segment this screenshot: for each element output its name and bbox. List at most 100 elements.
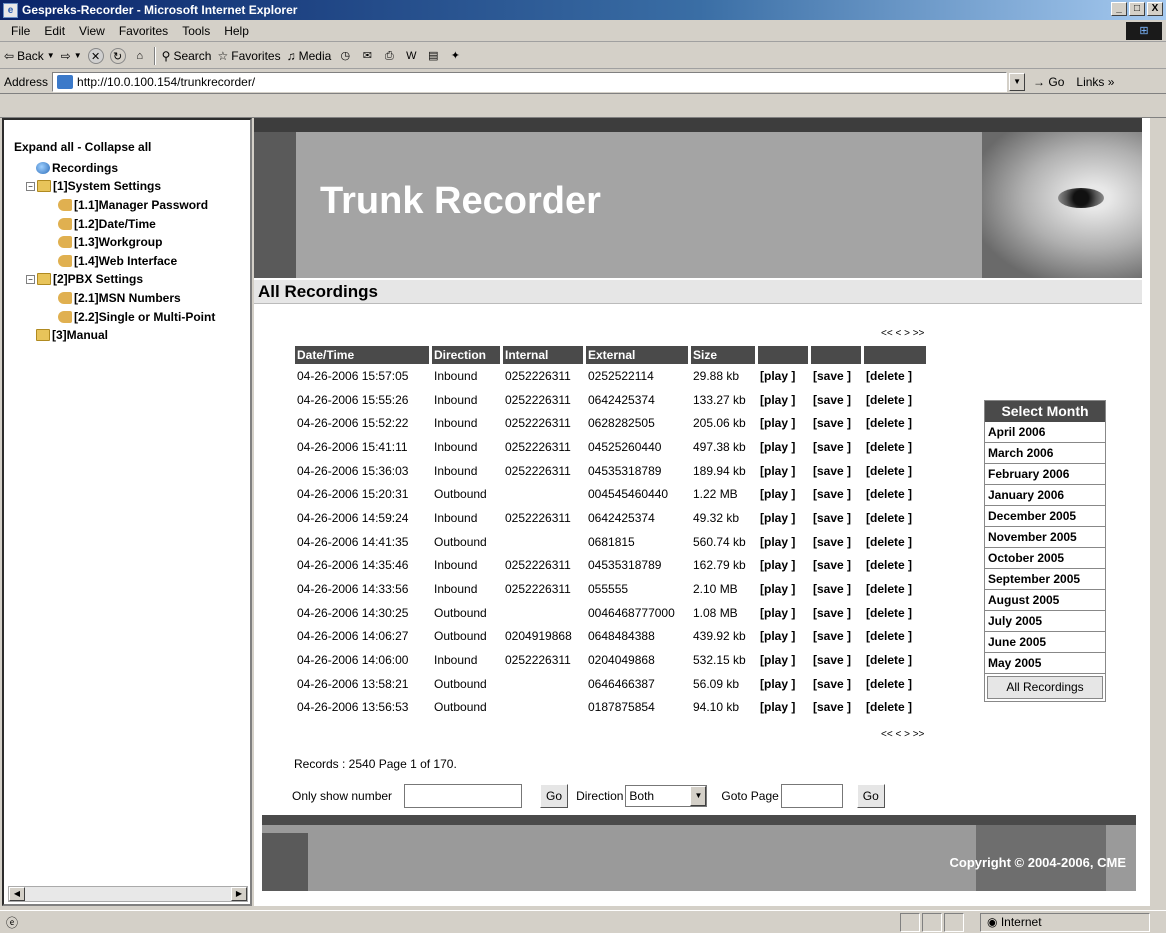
- delete-link[interactable]: [delete ]: [864, 530, 926, 554]
- play-link[interactable]: [play ]: [758, 648, 808, 672]
- play-link[interactable]: [play ]: [758, 506, 808, 530]
- delete-link[interactable]: [delete ]: [864, 577, 926, 601]
- month-item[interactable]: April 2006: [985, 422, 1105, 443]
- chevron-down-icon[interactable]: ▼: [690, 786, 707, 806]
- menu-favorites[interactable]: Favorites: [119, 24, 168, 38]
- play-link[interactable]: [play ]: [758, 530, 808, 554]
- save-link[interactable]: [save ]: [811, 364, 861, 388]
- play-link[interactable]: [play ]: [758, 435, 808, 459]
- tree-item-manager-password[interactable]: [1.1]Manager Password: [14, 196, 250, 215]
- address-input[interactable]: http://10.0.100.154/trunkrecorder/: [52, 71, 1008, 92]
- month-item[interactable]: November 2005: [985, 527, 1105, 548]
- tree-item-system-settings[interactable]: − [1]System Settings: [14, 177, 250, 196]
- delete-link[interactable]: [delete ]: [864, 506, 926, 530]
- goto-page-input[interactable]: [780, 784, 843, 808]
- save-link[interactable]: [save ]: [811, 435, 861, 459]
- menu-view[interactable]: View: [79, 24, 105, 38]
- refresh-icon[interactable]: ↻: [109, 47, 126, 64]
- delete-link[interactable]: [delete ]: [864, 459, 926, 483]
- save-link[interactable]: [save ]: [811, 411, 861, 435]
- month-item[interactable]: March 2006: [985, 443, 1105, 464]
- delete-link[interactable]: [delete ]: [864, 696, 926, 720]
- media-button[interactable]: ♫ Media: [287, 49, 332, 63]
- tree-item-date-time[interactable]: [1.2]Date/Time: [14, 214, 250, 233]
- play-link[interactable]: [play ]: [758, 672, 808, 696]
- month-item[interactable]: February 2006: [985, 464, 1105, 485]
- month-item[interactable]: July 2005: [985, 611, 1105, 632]
- print-icon[interactable]: ⎙: [381, 48, 397, 64]
- minimize-button[interactable]: _: [1111, 2, 1127, 16]
- pager-bottom[interactable]: << < > >>: [881, 729, 924, 740]
- month-item[interactable]: December 2005: [985, 506, 1105, 527]
- play-link[interactable]: [play ]: [758, 577, 808, 601]
- play-link[interactable]: [play ]: [758, 364, 808, 388]
- tree-item-single-multi-point[interactable]: [2.2]Single or Multi-Point: [14, 307, 250, 326]
- tree-item-manual[interactable]: [3]Manual: [14, 326, 250, 345]
- month-item[interactable]: January 2006: [985, 485, 1105, 506]
- go-button[interactable]: → Go: [1033, 75, 1064, 89]
- save-link[interactable]: [save ]: [811, 577, 861, 601]
- scroll-left-icon[interactable]: ◀: [9, 887, 25, 901]
- back-dropdown-icon[interactable]: ▼: [47, 51, 55, 60]
- month-item[interactable]: May 2005: [985, 653, 1105, 674]
- delete-link[interactable]: [delete ]: [864, 672, 926, 696]
- scroll-right-icon[interactable]: ▶: [231, 887, 247, 901]
- goto-go-button[interactable]: Go: [856, 784, 885, 808]
- play-link[interactable]: [play ]: [758, 696, 808, 720]
- save-link[interactable]: [save ]: [811, 696, 861, 720]
- direction-select[interactable]: Both ▼: [625, 785, 708, 807]
- tree-item-web-interface[interactable]: [1.4]Web Interface: [14, 252, 250, 271]
- search-button[interactable]: ⚲ Search: [162, 49, 212, 63]
- delete-link[interactable]: [delete ]: [864, 648, 926, 672]
- delete-link[interactable]: [delete ]: [864, 411, 926, 435]
- play-link[interactable]: [play ]: [758, 411, 808, 435]
- save-link[interactable]: [save ]: [811, 554, 861, 578]
- month-item[interactable]: June 2005: [985, 632, 1105, 653]
- number-filter-input[interactable]: [404, 784, 523, 808]
- menu-tools[interactable]: Tools: [182, 24, 210, 38]
- save-link[interactable]: [save ]: [811, 482, 861, 506]
- play-link[interactable]: [play ]: [758, 482, 808, 506]
- discuss-icon[interactable]: ▤: [425, 48, 441, 64]
- save-link[interactable]: [save ]: [811, 625, 861, 649]
- save-link[interactable]: [save ]: [811, 648, 861, 672]
- maximize-button[interactable]: □: [1129, 2, 1145, 16]
- month-item[interactable]: October 2005: [985, 548, 1105, 569]
- number-go-button[interactable]: Go: [540, 784, 569, 808]
- forward-button[interactable]: ⇨ ▼: [61, 49, 82, 63]
- menu-edit[interactable]: Edit: [44, 24, 65, 38]
- edit-icon[interactable]: W: [403, 48, 419, 64]
- horizontal-scrollbar[interactable]: ◀ ▶: [8, 886, 248, 902]
- mail-icon[interactable]: ✉: [359, 48, 375, 64]
- save-link[interactable]: [save ]: [811, 601, 861, 625]
- month-item[interactable]: August 2005: [985, 590, 1105, 611]
- messenger-icon[interactable]: ✦: [447, 48, 463, 64]
- month-item[interactable]: September 2005: [985, 569, 1105, 590]
- delete-link[interactable]: [delete ]: [864, 388, 926, 412]
- all-recordings-button[interactable]: All Recordings: [987, 676, 1103, 699]
- delete-link[interactable]: [delete ]: [864, 625, 926, 649]
- play-link[interactable]: [play ]: [758, 459, 808, 483]
- tree-item-pbx-settings[interactable]: − [2]PBX Settings: [14, 270, 250, 289]
- delete-link[interactable]: [delete ]: [864, 601, 926, 625]
- delete-link[interactable]: [delete ]: [864, 554, 926, 578]
- play-link[interactable]: [play ]: [758, 554, 808, 578]
- menu-file[interactable]: File: [11, 24, 30, 38]
- save-link[interactable]: [save ]: [811, 506, 861, 530]
- menu-help[interactable]: Help: [224, 24, 249, 38]
- tree-item-workgroup[interactable]: [1.3]Workgroup: [14, 233, 250, 252]
- favorites-button[interactable]: ☆ Favorites: [217, 49, 280, 63]
- tree-item-msn-numbers[interactable]: [2.1]MSN Numbers: [14, 289, 250, 308]
- play-link[interactable]: [play ]: [758, 388, 808, 412]
- close-button[interactable]: X: [1147, 2, 1163, 16]
- forward-dropdown-icon[interactable]: ▼: [74, 51, 82, 60]
- play-link[interactable]: [play ]: [758, 601, 808, 625]
- tree-item-recordings[interactable]: Recordings: [14, 159, 250, 178]
- expand-collapse-links[interactable]: Expand all - Collapse all: [14, 138, 250, 157]
- back-button[interactable]: ⇦ Back ▼: [4, 49, 55, 63]
- play-link[interactable]: [play ]: [758, 625, 808, 649]
- stop-icon[interactable]: ✕: [87, 47, 104, 64]
- links-button[interactable]: Links »: [1076, 75, 1114, 89]
- history-icon[interactable]: ◷: [337, 48, 353, 64]
- collapse-icon[interactable]: −: [26, 274, 35, 284]
